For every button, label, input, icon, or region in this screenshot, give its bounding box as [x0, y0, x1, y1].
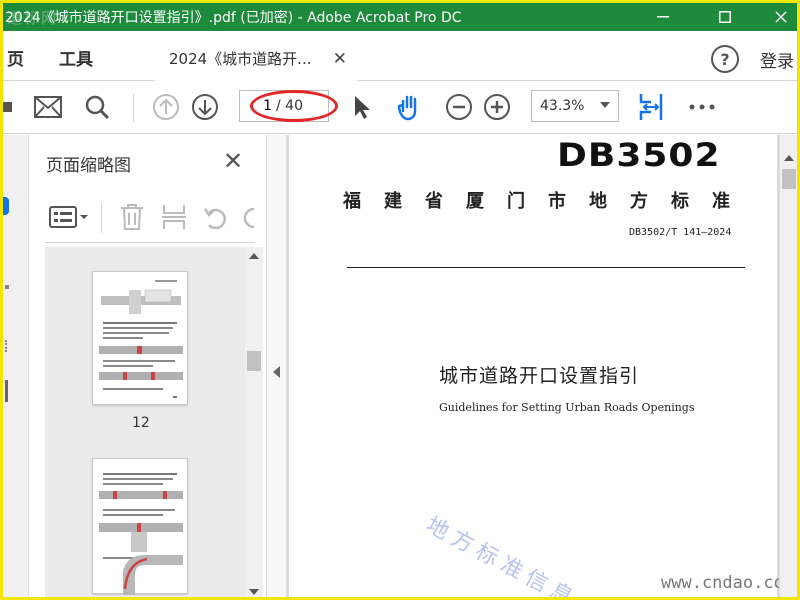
zoom-out-icon[interactable]	[444, 92, 474, 122]
extract-icon[interactable]	[161, 203, 187, 235]
next-page-icon[interactable]	[190, 92, 220, 122]
standard-code: DB3502	[557, 137, 721, 174]
rail-bar	[5, 380, 8, 402]
left-rail	[3, 135, 29, 597]
minimize-button[interactable]	[641, 3, 685, 31]
title-bar: 2024《城市道路开口设置指引》.pdf (已加密) - Adobe Acrob…	[3, 3, 797, 31]
page-number-input[interactable]	[240, 98, 276, 114]
thumbnails-panel: 页面缩略图 ✕ 12	[29, 135, 267, 597]
tab-label: 2024《城市道路开...	[169, 50, 312, 68]
page-thumbnail[interactable]	[92, 458, 188, 595]
chevron-down-icon	[600, 102, 610, 108]
rail-active-indicator	[3, 197, 9, 215]
page-thumbnail[interactable]	[92, 271, 188, 405]
document-title: 城市道路开口设置指引	[439, 365, 640, 387]
header-rule	[347, 267, 745, 268]
app-window: 2024《城市道路开口设置指引》.pdf (已加密) - Adobe Acrob…	[0, 0, 800, 600]
print-icon[interactable]	[3, 92, 23, 122]
page-number-box: / 40	[239, 90, 329, 122]
select-cursor-icon[interactable]	[346, 92, 376, 122]
page-watermark: 地方标准信息	[421, 512, 582, 600]
scroll-down-icon[interactable]	[249, 589, 259, 595]
page-total: / 40	[276, 98, 303, 114]
watermark-url: www.cndao.com	[661, 573, 779, 593]
document-page: ' DB3502 福建省厦门市地方标准 DB3502/T 141—2024 城市…	[289, 135, 779, 600]
rotate-left-icon[interactable]	[203, 205, 229, 235]
panel-toolbar	[45, 193, 255, 243]
panel-title: 页面缩略图	[46, 156, 131, 176]
thumbnail-content	[99, 280, 183, 398]
toolbar	[3, 82, 797, 134]
rail-dot	[5, 285, 9, 289]
thumbnail-list: 12	[45, 247, 261, 597]
zoom-value: 43.3%	[540, 98, 585, 114]
tab-document[interactable]: 2024《城市道路开... ✕	[155, 39, 357, 81]
window-title: 2024《城市道路开口设置指引》.pdf (已加密) - Adobe Acrob…	[5, 10, 462, 26]
panel-collapse-handle[interactable]	[267, 135, 287, 597]
rotate-right-icon[interactable]	[241, 205, 255, 235]
thumbnail-content	[99, 473, 183, 595]
help-button[interactable]: ?	[711, 45, 739, 73]
panel-divider	[101, 203, 102, 233]
standard-number: DB3502/T 141—2024	[629, 227, 732, 238]
fit-page-icon[interactable]	[636, 92, 666, 122]
region-title: 福建省厦门市地方标准	[343, 191, 753, 212]
thumbnail-label: 12	[132, 415, 150, 431]
search-icon[interactable]	[82, 92, 112, 122]
document-scroll-thumb[interactable]	[782, 169, 796, 189]
more-icon[interactable]	[687, 92, 717, 122]
scroll-up-icon[interactable]	[249, 253, 259, 259]
close-panel-icon[interactable]: ✕	[223, 147, 243, 175]
mail-icon[interactable]	[33, 92, 63, 122]
delete-icon[interactable]	[119, 203, 145, 235]
menu-bar: 页 工具 2024《城市道路开... ✕	[3, 31, 797, 81]
menu-home[interactable]: 页	[7, 45, 24, 70]
rail-dots	[5, 340, 10, 352]
hand-icon[interactable]	[395, 92, 425, 122]
maximize-button[interactable]	[703, 3, 747, 31]
document-view[interactable]: ' DB3502 福建省厦门市地方标准 DB3502/T 141—2024 城市…	[287, 135, 779, 600]
document-scrollbar[interactable]	[779, 135, 797, 597]
thumbnail-scrollbar[interactable]	[245, 247, 263, 597]
document-subtitle: Guidelines for Setting Urban Roads Openi…	[439, 401, 695, 414]
title-watermark: 道标网	[7, 9, 59, 27]
menu-tools[interactable]: 工具	[59, 45, 93, 70]
zoom-in-icon[interactable]	[482, 92, 512, 122]
thumbnail-options-icon[interactable]	[49, 205, 89, 233]
chevron-left-icon	[273, 366, 280, 378]
prev-page-icon[interactable]	[151, 92, 181, 122]
close-window-button[interactable]	[759, 3, 797, 31]
zoom-select[interactable]: 43.3%	[531, 90, 619, 122]
thumbnail-scroll-thumb[interactable]	[247, 351, 261, 371]
close-tab-icon[interactable]: ✕	[333, 49, 347, 69]
scroll-up-icon[interactable]	[784, 155, 794, 161]
page-mark: '	[365, 135, 369, 142]
toolbar-divider	[133, 94, 134, 122]
login-button[interactable]: 登录	[760, 47, 794, 72]
